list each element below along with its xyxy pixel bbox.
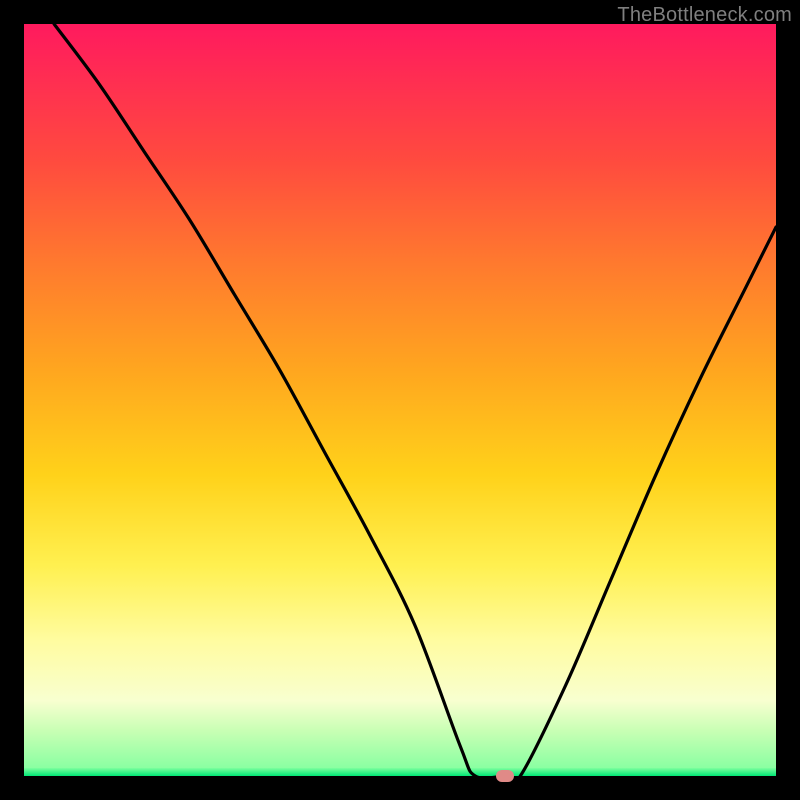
watermark: TheBottleneck.com — [617, 4, 792, 27]
chart-frame: TheBottleneck.com — [0, 0, 800, 800]
optimum-marker — [496, 770, 514, 782]
plot-area — [24, 24, 776, 776]
bottleneck-curve — [24, 24, 776, 776]
